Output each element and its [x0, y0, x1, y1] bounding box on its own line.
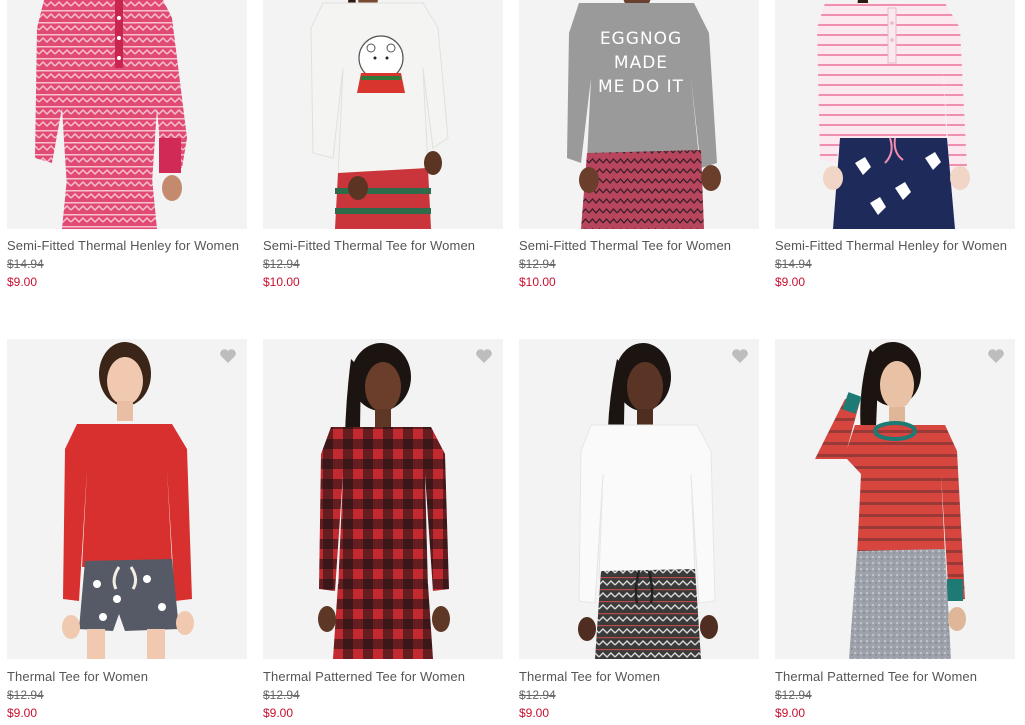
- sale-price: $9.00: [7, 706, 38, 720]
- heart-icon[interactable]: [219, 348, 237, 364]
- original-price: $12.94: [775, 688, 812, 702]
- original-price: $12.94: [7, 688, 44, 702]
- product-title[interactable]: Semi-Fitted Thermal Tee for Women: [519, 237, 759, 255]
- product-title[interactable]: Thermal Patterned Tee for Women: [775, 668, 1015, 686]
- original-price: $12.94: [519, 688, 556, 702]
- product-image[interactable]: [775, 339, 1015, 659]
- heart-icon[interactable]: [987, 348, 1005, 364]
- product-grid: Semi-Fitted Thermal Henley for Women $14…: [0, 0, 1025, 725]
- model-pink-fairisle-henley-image: [35, 0, 187, 229]
- original-price: $12.94: [263, 688, 300, 702]
- original-price: $12.94: [263, 257, 300, 271]
- product-image[interactable]: [263, 0, 503, 229]
- model-grey-eggnog-tee-image: EGGNOG MADE ME DO IT: [567, 0, 721, 229]
- original-price: $14.94: [775, 257, 812, 271]
- product-image[interactable]: [7, 0, 247, 229]
- heart-icon[interactable]: [475, 348, 493, 364]
- sale-price: $9.00: [775, 275, 806, 289]
- heart-icon[interactable]: [731, 0, 749, 13]
- product-card[interactable]: Thermal Tee for Women $12.94 $9.00: [7, 339, 247, 722]
- eggnog-graphic-line2: MADE: [614, 53, 668, 73]
- product-title[interactable]: Thermal Patterned Tee for Women: [263, 668, 503, 686]
- product-card[interactable]: Thermal Patterned Tee for Women $12.94 $…: [263, 339, 503, 722]
- model-buffalo-check-tee-image: [318, 343, 450, 659]
- original-price: $14.94: [7, 257, 44, 271]
- heart-icon[interactable]: [731, 348, 749, 364]
- model-white-thermal-tee-image: [578, 343, 718, 659]
- model-red-thermal-tee-image: [62, 342, 194, 659]
- product-title[interactable]: Semi-Fitted Thermal Henley for Women: [7, 237, 247, 255]
- sale-price: $9.00: [519, 706, 550, 720]
- sale-price: $10.00: [263, 275, 300, 289]
- product-image[interactable]: [263, 339, 503, 659]
- sale-price: $9.00: [263, 706, 294, 720]
- model-pink-stripe-henley-image: [817, 0, 970, 229]
- product-image[interactable]: [7, 339, 247, 659]
- product-image[interactable]: [519, 339, 759, 659]
- sale-price: $9.00: [775, 706, 806, 720]
- eggnog-graphic-line3: ME DO IT: [598, 77, 684, 97]
- product-image[interactable]: EGGNOG MADE ME DO IT: [519, 0, 759, 229]
- product-title[interactable]: Semi-Fitted Thermal Tee for Women: [263, 237, 503, 255]
- product-card[interactable]: Semi-Fitted Thermal Tee for Women $12.94…: [263, 0, 503, 291]
- product-title[interactable]: Semi-Fitted Thermal Henley for Women: [775, 237, 1015, 255]
- sale-price: $10.00: [519, 275, 556, 289]
- model-red-stripe-tee-image: [815, 342, 966, 659]
- product-card[interactable]: Semi-Fitted Thermal Henley for Women $14…: [775, 0, 1015, 291]
- sale-price: $9.00: [7, 275, 38, 289]
- model-white-polar-bear-tee-image: [310, 0, 449, 229]
- original-price: $12.94: [519, 257, 556, 271]
- product-title[interactable]: Thermal Tee for Women: [519, 668, 759, 686]
- product-image[interactable]: [775, 0, 1015, 229]
- product-card[interactable]: EGGNOG MADE ME DO IT Semi-Fitted Thermal…: [519, 0, 759, 291]
- product-card[interactable]: Semi-Fitted Thermal Henley for Women $14…: [7, 0, 247, 291]
- heart-icon[interactable]: [987, 0, 1005, 13]
- product-title[interactable]: Thermal Tee for Women: [7, 668, 247, 686]
- product-card[interactable]: Thermal Tee for Women $12.94 $9.00: [519, 339, 759, 722]
- heart-icon[interactable]: [475, 0, 493, 13]
- heart-icon[interactable]: [219, 0, 237, 13]
- eggnog-graphic-line1: EGGNOG: [600, 29, 682, 49]
- product-card[interactable]: Thermal Patterned Tee for Women $12.94 $…: [775, 339, 1015, 722]
